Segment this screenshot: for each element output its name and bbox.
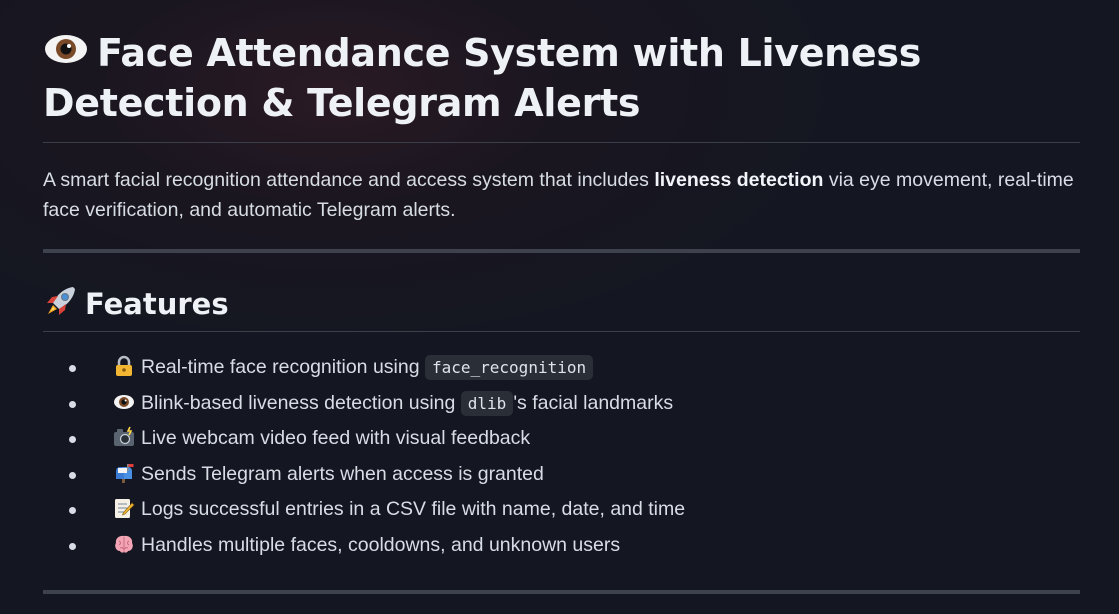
feature-text: Blink-based liveness detection using [141,391,461,414]
page-title: Face Attendance System with Liveness Det… [43,0,1080,143]
camera-flash-icon [114,426,134,447]
page-title-text: Face Attendance System with Liveness Det… [43,31,922,125]
readme-document: Face Attendance System with Liveness Det… [43,0,1080,594]
inline-code: dlib [460,390,514,416]
eye-icon [45,35,87,63]
intro-text-before: A smart facial recognition attendance an… [43,169,655,191]
features-heading: Features [43,283,1080,332]
memo-icon [115,499,135,519]
rocket-icon [47,287,75,315]
list-item: Handles multiple faces, cooldowns, and u… [69,528,1080,564]
list-item: Sends Telegram alerts when access is gra… [69,457,1080,493]
list-item: Logs successful entries in a CSV file wi… [69,492,1080,528]
lock-icon [116,355,132,376]
features-list: Real-time face recognition using face_re… [43,350,1080,564]
section-divider [43,249,1080,253]
list-item: Live webcam video feed with visual feedb… [69,421,1080,457]
feature-text: Handles multiple faces, cooldowns, and u… [141,533,621,556]
features-heading-text: Features [85,287,229,321]
intro-paragraph: A smart facial recognition attendance an… [43,165,1080,225]
mailbox-icon [116,463,134,483]
feature-text: Live webcam video feed with visual feedb… [141,427,531,450]
feature-text: Sends Telegram alerts when access is gra… [141,462,544,485]
brain-icon [115,535,133,553]
feature-text-after: 's facial landmarks [513,391,674,414]
feature-text: Real-time face recognition using [141,356,425,378]
list-item: Blink-based liveness detection using dli… [69,386,1080,422]
inline-code: face_recognition [424,355,594,380]
section-divider [43,590,1080,594]
intro-bold-text: liveness detection [654,169,824,191]
eye-icon [114,394,134,409]
list-item: Real-time face recognition using face_re… [69,350,1080,386]
feature-text: Logs successful entries in a CSV file wi… [141,498,686,521]
